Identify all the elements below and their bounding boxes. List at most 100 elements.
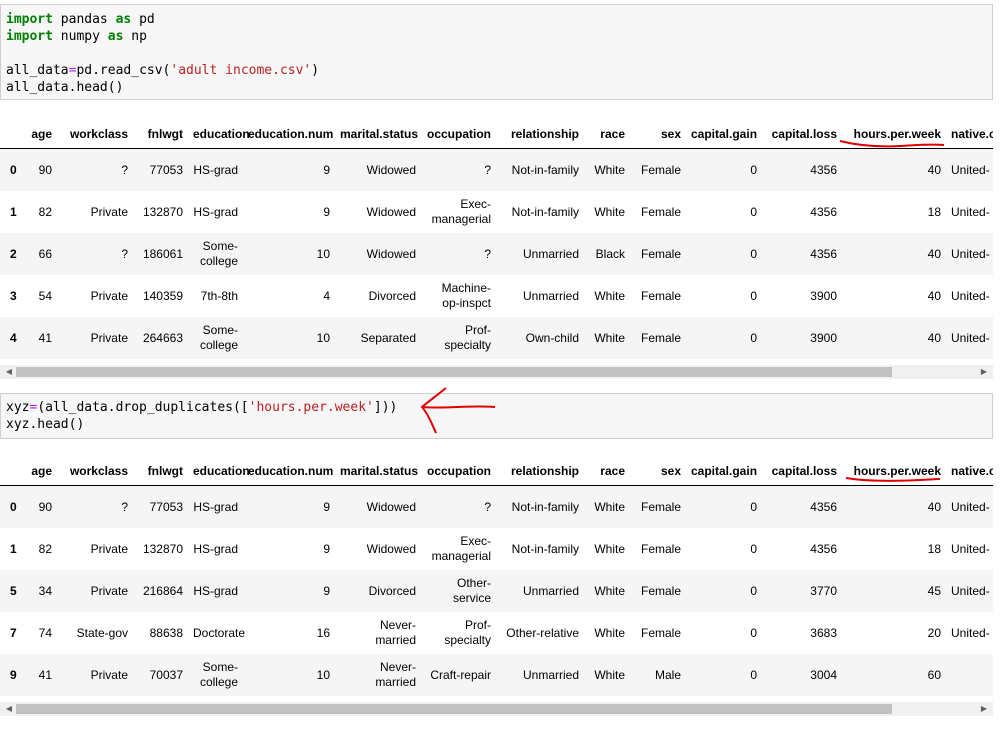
table-cell: Widowed: [366, 499, 416, 514]
table-cell: 10: [316, 330, 330, 345]
table-cell: 3004: [810, 667, 837, 682]
table-cell: 0: [750, 499, 757, 514]
scroll-left-arrow-icon[interactable]: ◀: [2, 702, 16, 716]
table-cell: 0: [750, 541, 757, 556]
table-cell: White: [594, 499, 625, 514]
table-cell: White: [594, 330, 625, 345]
column-header: [0, 457, 24, 486]
table-cell: Private: [90, 330, 128, 345]
column-header: native.c: [951, 127, 993, 141]
table-cell: 0: [750, 162, 757, 177]
column-header: [0, 120, 24, 149]
table-cell: 4356: [810, 541, 837, 556]
table-cell: 3900: [810, 330, 837, 345]
table-cell: HS-grad: [193, 583, 238, 598]
horizontal-scrollbar-2[interactable]: ◀ ▶: [0, 702, 993, 716]
table-cell: Not-in-family: [511, 499, 579, 514]
code-token: (all_data.drop_duplicates([: [37, 400, 249, 415]
table-row: 1 82 Private 132870 HS-grad 9 Widowed Exec-mana…: [0, 191, 993, 233]
table-cell: United-: [951, 541, 990, 556]
table-row: 9 41 Private 70037 Some-college 10 Never-marri…: [0, 654, 993, 696]
table-cell: HS-grad: [193, 499, 238, 514]
table-cell: 40: [927, 330, 941, 345]
horizontal-scrollbar-1[interactable]: ◀ ▶: [0, 365, 993, 379]
column-header: native.c: [951, 464, 993, 478]
code-token: numpy: [52, 29, 108, 44]
table-cell: 70037: [149, 667, 183, 682]
table-row: 7 74 State-gov 88638 Doctorate 16 Never-marrie…: [0, 612, 993, 654]
table-cell: 54: [38, 288, 52, 303]
table-cell: United-: [951, 288, 990, 303]
table-cell: 10: [316, 667, 330, 682]
table-cell: Female: [640, 499, 681, 514]
table-cell: Never-married: [375, 618, 416, 647]
table-cell: 18: [927, 541, 941, 556]
table-cell: ?: [121, 499, 128, 514]
code-line: xyz=(all_data.drop_duplicates(['hours.pe…: [6, 399, 987, 416]
code-token: as: [115, 12, 132, 27]
code-token: ])): [373, 400, 398, 415]
table-cell: 216864: [142, 583, 183, 598]
column-header: education.num: [248, 464, 334, 478]
scroll-thumb[interactable]: [16, 704, 892, 714]
table-cell: 90: [38, 499, 52, 514]
code-token: 'hours.per.week': [248, 400, 374, 415]
table-cell: 74: [38, 625, 52, 640]
table-cell: 18: [927, 204, 941, 219]
table-cell: 40: [927, 162, 941, 177]
table-cell: 0: [750, 583, 757, 598]
column-header: marital.status: [340, 464, 419, 478]
code-token: pandas: [52, 12, 116, 27]
table-row: 4 41 Private 264663 Some-college 10 Separated P…: [0, 317, 993, 359]
table-cell: 9: [323, 583, 330, 598]
table-cell: 4356: [810, 246, 837, 261]
column-header: capital.loss: [771, 464, 837, 478]
table-cell: 9: [323, 162, 330, 177]
table-cell: Not-in-family: [511, 162, 579, 177]
table-cell: 186061: [142, 246, 183, 261]
row-index: 1: [10, 205, 17, 219]
column-header: fnlwgt: [147, 127, 183, 141]
table-cell: United-: [951, 625, 990, 640]
row-index: 5: [10, 584, 17, 598]
table-cell: Other-relative: [506, 625, 579, 640]
code-token: as: [107, 29, 124, 44]
table-cell: Machine-op-inspct: [441, 281, 491, 310]
scroll-left-arrow-icon[interactable]: ◀: [2, 365, 16, 379]
scroll-right-arrow-icon[interactable]: ▶: [977, 365, 991, 379]
table-row: 0 90? 77053 HS-grad 9 Widowed? Not-in-family Wh…: [0, 485, 993, 528]
dataframe-table-1: age workclass fnlwgt education education.num…: [0, 120, 993, 359]
code-token: pd.read_csv(: [76, 63, 171, 78]
table-cell: 9: [323, 499, 330, 514]
table-cell: 40: [927, 288, 941, 303]
table-cell: Divorced: [368, 583, 416, 598]
table-cell: 4356: [810, 499, 837, 514]
code-cell-2[interactable]: xyz=(all_data.drop_duplicates(['hours.pe…: [0, 393, 993, 439]
table-cell: [946, 654, 993, 696]
table-cell: ?: [484, 246, 491, 261]
table-cell: Female: [640, 541, 681, 556]
table-cell: Not-in-family: [511, 541, 579, 556]
table-cell: 0: [750, 204, 757, 219]
scroll-right-arrow-icon[interactable]: ▶: [977, 702, 991, 716]
table-cell: 34: [38, 583, 52, 598]
table-cell: 60: [927, 667, 941, 682]
code-cell-1[interactable]: import pandas as pd import numpy as np al…: [0, 4, 993, 100]
table-cell: 20: [927, 625, 941, 640]
table-cell: 140359: [142, 288, 183, 303]
table-cell: 77053: [149, 499, 183, 514]
table-cell: Female: [640, 583, 681, 598]
table-row: 0 90? 77053 HS-grad 9 Widowed? Not-in-family Wh…: [0, 148, 993, 191]
table-cell: United-: [951, 204, 990, 219]
scroll-thumb[interactable]: [16, 367, 892, 377]
code-token: all_data.head(): [6, 80, 124, 95]
column-header: age: [31, 127, 52, 141]
table-cell: Female: [640, 246, 681, 261]
code-token: import: [6, 29, 53, 44]
table-cell: Divorced: [368, 288, 416, 303]
row-index: 1: [10, 542, 17, 556]
table-cell: 0: [750, 667, 757, 682]
code-token: all_data: [6, 63, 69, 78]
table-cell: Female: [640, 162, 681, 177]
table-cell: Widowed: [366, 541, 416, 556]
